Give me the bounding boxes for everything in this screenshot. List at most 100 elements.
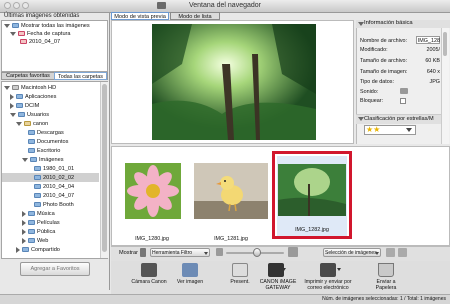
thumbnail-image[interactable]: [278, 164, 346, 216]
tab-favorite-folders[interactable]: Carpetas favoritas: [2, 72, 54, 80]
folder-icon: [28, 220, 35, 226]
thumbnail-caption: IMG_1282.jpg: [295, 227, 329, 233]
tree-item[interactable]: 1980_01_01: [34, 165, 74, 173]
tree-item[interactable]: Pública: [22, 228, 55, 236]
folder-icon: [28, 238, 35, 244]
slider-handle[interactable]: [253, 248, 261, 257]
info-label: Sonido:: [360, 89, 379, 95]
tree-item-macintosh-hd[interactable]: Macintosh HD: [4, 84, 56, 92]
chevron-down-icon[interactable]: [337, 268, 341, 271]
calendar-icon: [18, 31, 25, 37]
folder-icon: [16, 103, 23, 109]
tree-item[interactable]: Usuarios: [10, 111, 49, 119]
trash-label: Enviar a Papelera: [375, 279, 397, 291]
folder-icon: [18, 112, 25, 118]
view-image-icon[interactable]: [182, 263, 198, 277]
image-selection-label: Selección de imágenes: [325, 250, 377, 256]
scrollbar-thumb[interactable]: [102, 84, 107, 252]
folder-icon: [34, 175, 41, 181]
deselect-icon[interactable]: [398, 248, 407, 257]
chevron-down-icon[interactable]: [375, 252, 379, 255]
tree-item[interactable]: canon: [16, 120, 48, 128]
info-scrollbar[interactable]: [441, 28, 449, 144]
thumbnail-item[interactable]: [113, 149, 191, 235]
tree-item[interactable]: DCIM: [10, 102, 39, 110]
thumbnail-caption: IMG_1280.jpg: [135, 236, 169, 242]
view-image-label: Ver imagen: [176, 279, 204, 285]
tree-item[interactable]: Documentos: [28, 138, 68, 146]
folder-tree: Macintosh HD Aplicaciones DCIM Usuarios …: [1, 81, 109, 259]
thumbnail-image[interactable]: [194, 163, 268, 219]
lock-checkbox[interactable]: [400, 98, 406, 104]
folder-icon: [30, 157, 37, 163]
panel-splitter[interactable]: [109, 12, 110, 290]
folder-icon: [34, 184, 41, 190]
select-all-icon[interactable]: [386, 248, 395, 257]
tree-item[interactable]: Aplicaciones: [10, 93, 56, 101]
show-label: Mostrar: [119, 250, 138, 256]
folder-icon: [28, 229, 35, 235]
info-value: 640 x: [426, 69, 440, 75]
filter-tool-label: Herramienta Filtro: [152, 250, 193, 256]
slideshow-icon[interactable]: [232, 263, 248, 277]
filename-value: IMG_128: [417, 38, 440, 44]
info-label: Modificado:: [360, 47, 388, 53]
list-item[interactable]: Fecha de captura: [10, 30, 71, 38]
tree-item-selected[interactable]: 2010_02_02: [34, 174, 74, 182]
rating-header: Clasificación por estrellas/M: [364, 116, 434, 122]
tree-item[interactable]: 2010_04_07: [34, 192, 74, 200]
large-thumbnail-icon: [288, 247, 298, 257]
recent-images-panel: Mostrar todas las imágenes Fecha de capt…: [1, 20, 108, 72]
info-label: Tamaño de archivo:: [360, 58, 408, 64]
folder-icon: [28, 130, 35, 136]
tree-item[interactable]: Descargas: [28, 129, 64, 137]
tab-list-mode[interactable]: Modo de lista: [170, 12, 220, 20]
tree-scrollbar[interactable]: [100, 82, 109, 258]
info-label: Nombre de archivo:: [360, 38, 408, 44]
list-item[interactable]: 2010_04_07: [20, 38, 60, 46]
canon-camera-icon[interactable]: [141, 263, 157, 277]
home-folder-icon: [24, 121, 31, 127]
chevron-down-icon[interactable]: [204, 252, 208, 255]
tree-item[interactable]: Música: [22, 210, 55, 218]
status-text: Núm. de imágenes seleccionadas: 1 / Tota…: [322, 296, 446, 302]
thumbnail-item[interactable]: [192, 149, 270, 235]
tab-preview-mode[interactable]: Modo de vista previa: [111, 12, 169, 20]
filter-icon: [140, 248, 146, 257]
folder-icon: [34, 202, 41, 208]
image-gateway-label: CANON iMAGE GATEWAY: [259, 279, 297, 291]
thumbnail-caption: IMG_1281.jpg: [214, 236, 248, 242]
chevron-down-icon[interactable]: [406, 128, 412, 132]
preview-image[interactable]: [152, 24, 316, 140]
add-to-favorites-button[interactable]: Agregar a Favoritos: [20, 262, 90, 276]
tree-item[interactable]: Escritorio: [28, 147, 60, 155]
folder-icon: [28, 139, 35, 145]
window-title: Ventana del navegador: [188, 2, 261, 9]
tree-item[interactable]: Compartido: [16, 246, 60, 254]
folder-icon: [28, 148, 35, 154]
rating-stars: ★★: [366, 125, 381, 134]
trash-icon[interactable]: [378, 263, 394, 277]
tree-item[interactable]: Películas: [22, 219, 60, 227]
info-value: 2005/: [426, 47, 441, 53]
info-header: Información básica: [364, 20, 413, 26]
thumbnail-image[interactable]: [125, 163, 181, 219]
slideshow-label: Present.: [230, 279, 250, 285]
list-item[interactable]: Mostrar todas las imágenes: [4, 22, 90, 30]
hard-drive-icon: [12, 85, 19, 91]
info-label: Bloquear:: [360, 98, 384, 104]
tree-item[interactable]: 2010_04_04: [34, 183, 74, 191]
print-email-label: Imprimir y enviar por correo electrónico: [304, 279, 352, 291]
chevron-down-icon[interactable]: [282, 268, 286, 271]
small-thumbnail-icon: [216, 248, 223, 256]
tab-all-folders[interactable]: Todas las carpetas: [54, 72, 107, 80]
thumbnail-item-selected[interactable]: IMG_1282.jpg: [272, 151, 352, 239]
folder-icon: [12, 23, 19, 29]
scrollbar-thumb[interactable]: [443, 32, 447, 56]
print-email-icon[interactable]: [320, 263, 336, 277]
tree-item[interactable]: Imágenes: [22, 156, 64, 164]
tree-item[interactable]: Web: [22, 237, 48, 245]
speaker-icon[interactable]: [400, 88, 408, 94]
folder-icon: [16, 94, 23, 100]
tree-item[interactable]: Photo Booth: [34, 201, 74, 209]
